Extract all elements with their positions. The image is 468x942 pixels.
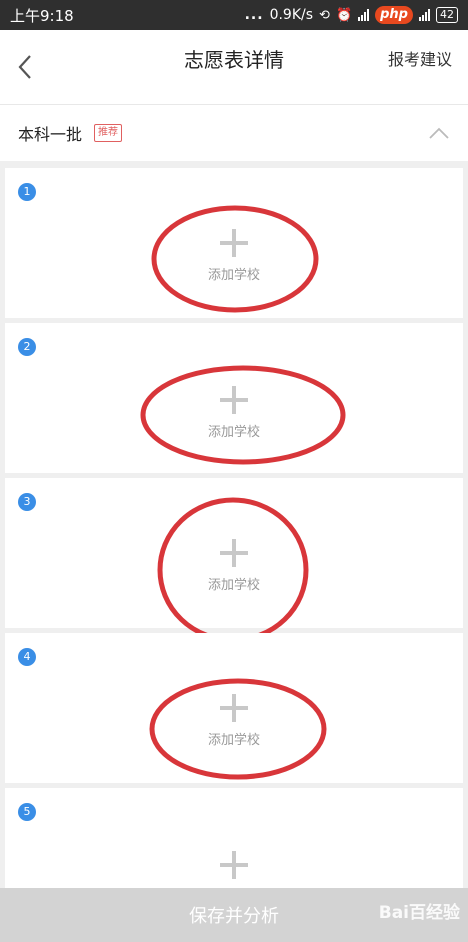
choice-card-4: 4 添加学校 — [5, 633, 463, 783]
save-analyze-label: 保存并分析 — [189, 906, 279, 927]
status-bar: 上午9:18 ... 0.9K/s ⟲ ⏰ php 42 — [0, 0, 468, 30]
alarm-icon: ⏰ — [335, 7, 353, 23]
status-time: 上午9:18 — [10, 6, 74, 25]
choice-card-2: 2 添加学校 — [5, 323, 463, 473]
sync-icon: ⟲ — [319, 7, 330, 23]
chevron-up-icon[interactable] — [428, 126, 450, 140]
navigation-header: 志愿表详情 报考建议 — [0, 30, 468, 105]
batch-row[interactable]: 本科一批 推荐 — [0, 105, 468, 161]
red-circle-annotation — [140, 365, 346, 465]
baidu-watermark: Bai百经验 — [378, 903, 460, 923]
battery-icon: 42 — [436, 7, 458, 23]
recommend-badge: 推荐 — [94, 124, 123, 142]
php-logo: php — [375, 6, 413, 24]
notification-dots: ... — [244, 7, 264, 23]
choice-number: 2 — [18, 338, 36, 356]
signal-icon — [358, 9, 370, 21]
red-circle-annotation — [149, 678, 327, 780]
choice-number: 4 — [18, 648, 36, 666]
choice-number: 3 — [18, 493, 36, 511]
red-circle-annotation — [151, 205, 319, 313]
red-circle-annotation — [157, 497, 309, 643]
app-screen: 上午9:18 ... 0.9K/s ⟲ ⏰ php 42 志愿表详情 报考建议 … — [0, 0, 468, 942]
add-school-button[interactable] — [5, 850, 463, 880]
signal-icon-2 — [419, 9, 430, 21]
advice-button[interactable]: 报考建议 — [388, 30, 452, 90]
choice-number: 1 — [18, 183, 36, 201]
batch-label: 本科一批 — [18, 125, 83, 144]
status-icons: ... 0.9K/s ⟲ ⏰ php 42 — [245, 6, 458, 24]
choice-card-3: 3 添加学校 — [5, 478, 463, 643]
network-speed: 0.9K/s — [269, 7, 314, 23]
choice-number: 5 — [18, 803, 36, 821]
choice-card-1: 1 添加学校 — [5, 168, 463, 318]
plus-icon — [220, 851, 248, 879]
